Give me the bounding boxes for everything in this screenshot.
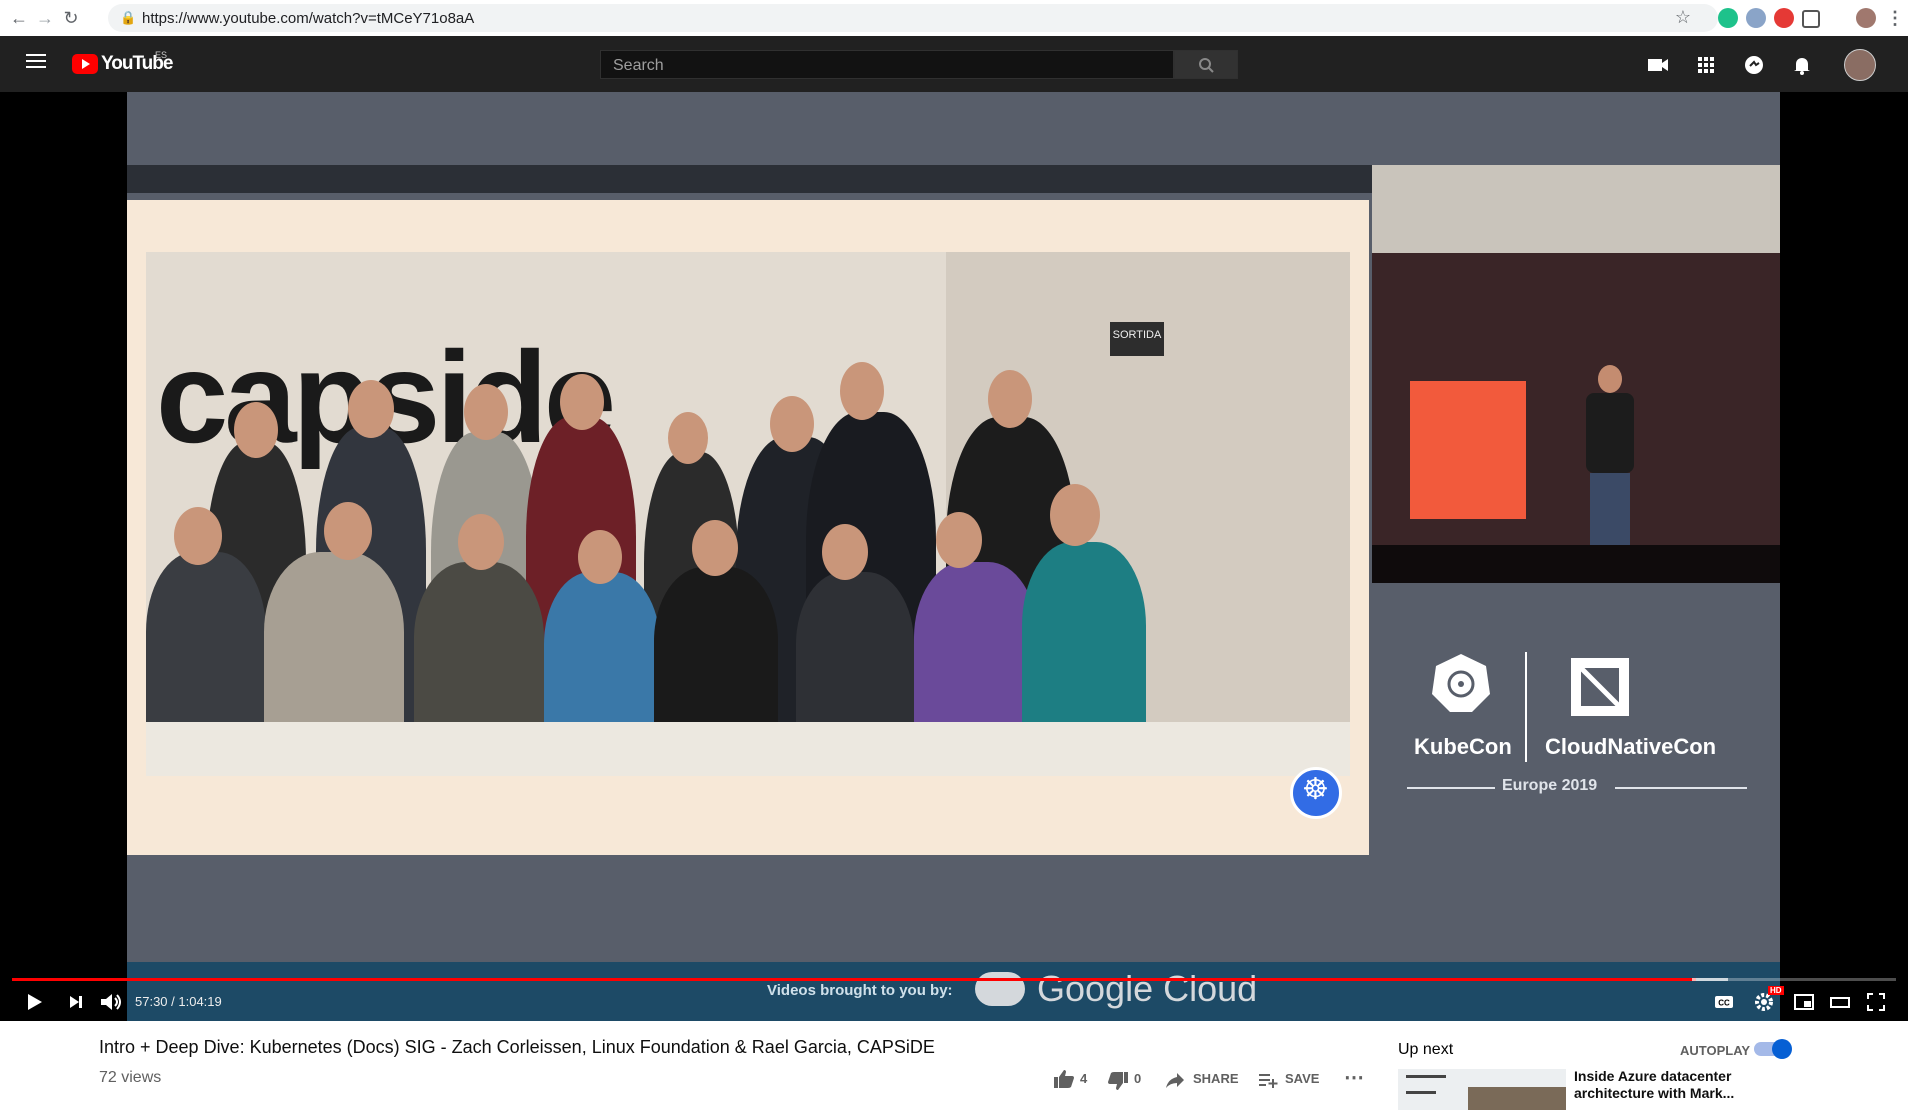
like-count: 4	[1080, 1071, 1088, 1086]
progress-bar[interactable]	[12, 978, 1896, 981]
play-icon[interactable]	[22, 990, 46, 1014]
url-text[interactable]: https://www.youtube.com/watch?v=tMCeY71o…	[142, 10, 474, 27]
speaker	[1580, 365, 1640, 565]
kubecon-branding: KubeCon CloudNativeCon Europe 2019	[1387, 652, 1767, 812]
grammarly-icon[interactable]	[1718, 8, 1738, 28]
dislike-icon[interactable]	[1107, 1071, 1129, 1091]
miniplayer-icon[interactable]	[1792, 990, 1816, 1014]
volume-icon[interactable]	[98, 990, 124, 1014]
youtube-logo[interactable]: YouTube ES	[72, 50, 173, 78]
speaker-camera-inset	[1372, 165, 1780, 583]
progress-buffered	[1692, 978, 1728, 981]
next-video-title[interactable]: Inside Azure datacenter architecture wit…	[1574, 1068, 1744, 1102]
search-input[interactable]	[611, 56, 1155, 76]
browser-menu-icon[interactable]: ⋮	[1884, 7, 1906, 29]
like-icon[interactable]	[1053, 1069, 1075, 1089]
captions-icon[interactable]: CC	[1712, 990, 1736, 1014]
avatar[interactable]	[1844, 49, 1876, 81]
share-button[interactable]: SHARE	[1193, 1071, 1239, 1086]
apps-icon[interactable]	[1694, 53, 1718, 77]
sponsor-name: Google Cloud	[1037, 968, 1258, 1009]
progress-played	[12, 978, 1697, 981]
cloudnativecon-logo-icon	[1571, 658, 1629, 716]
view-count: 72 views	[99, 1069, 162, 1086]
search-button[interactable]	[1174, 50, 1238, 79]
search-icon	[1199, 58, 1214, 73]
address-bar[interactable]: 🔒 https://www.youtube.com/watch?v=tMCeY7…	[108, 4, 1718, 32]
extension-icon[interactable]	[1774, 8, 1794, 28]
hamburger-icon[interactable]	[26, 54, 46, 68]
video-title: Intro + Deep Dive: Kubernetes (Docs) SIG…	[99, 1037, 935, 1057]
hd-badge: HD	[1768, 986, 1784, 995]
video-player[interactable]: capside SORTIDA	[0, 92, 1908, 1021]
table	[146, 722, 1350, 776]
lock-icon: 🔒	[120, 10, 137, 25]
video-frame: capside SORTIDA	[127, 92, 1780, 1021]
svg-text:CC: CC	[1718, 999, 1730, 1008]
save-button[interactable]: SAVE	[1285, 1071, 1319, 1086]
add-to-playlist-icon[interactable]	[1258, 1071, 1278, 1089]
fullscreen-icon[interactable]	[1864, 990, 1888, 1014]
time-display: 57:30 / 1:04:19	[135, 994, 222, 1009]
screen-menu-strip	[127, 165, 1372, 193]
slide: capside SORTIDA	[127, 200, 1369, 855]
stage-banner	[1410, 381, 1526, 519]
profile-avatar[interactable]	[1856, 8, 1876, 28]
team-photo: capside SORTIDA	[146, 252, 1350, 776]
autoplay-toggle[interactable]	[1754, 1039, 1792, 1059]
youtube-play-icon	[72, 54, 98, 74]
search-box[interactable]	[600, 50, 1174, 79]
autoplay-label: AUTOPLAY	[1680, 1043, 1751, 1058]
kubernetes-logo-icon	[1290, 767, 1342, 819]
browser-toolbar: ← → ↻ 🔒 https://www.youtube.com/watch?v=…	[0, 0, 1908, 37]
exit-sign: SORTIDA	[1110, 322, 1164, 356]
more-actions-icon[interactable]: ⋯	[1344, 1065, 1364, 1090]
next-icon[interactable]	[64, 990, 88, 1014]
notifications-icon[interactable]	[1790, 53, 1814, 77]
kubecon-label: KubeCon	[1414, 734, 1512, 759]
share-icon[interactable]	[1165, 1071, 1185, 1089]
back-icon[interactable]: ←	[8, 7, 30, 29]
theater-mode-icon[interactable]	[1828, 990, 1852, 1014]
sponsor-prefix: Videos brought to you by:	[767, 982, 953, 999]
next-video-thumbnail[interactable]	[1398, 1069, 1566, 1110]
messages-icon[interactable]	[1742, 53, 1766, 77]
kubecon-logo-icon	[1432, 654, 1490, 712]
cloudnativecon-label: CloudNativeCon	[1545, 734, 1717, 759]
video-info: Intro + Deep Dive: Kubernetes (Docs) SIG…	[0, 1021, 1908, 1110]
up-next-heading: Up next	[1398, 1041, 1454, 1058]
create-video-icon[interactable]	[1646, 53, 1670, 77]
star-icon[interactable]: ☆	[1672, 6, 1694, 28]
dislike-count: 0	[1134, 1071, 1142, 1086]
event-subtitle: Europe 2019	[1502, 777, 1598, 794]
extension-icon[interactable]	[1746, 8, 1766, 28]
sponsor-banner: Videos brought to you by: Google Cloud	[127, 962, 1780, 1021]
forward-icon[interactable]: →	[34, 7, 56, 29]
reload-icon[interactable]: ↻	[60, 7, 82, 29]
pocket-icon[interactable]	[1802, 10, 1820, 28]
